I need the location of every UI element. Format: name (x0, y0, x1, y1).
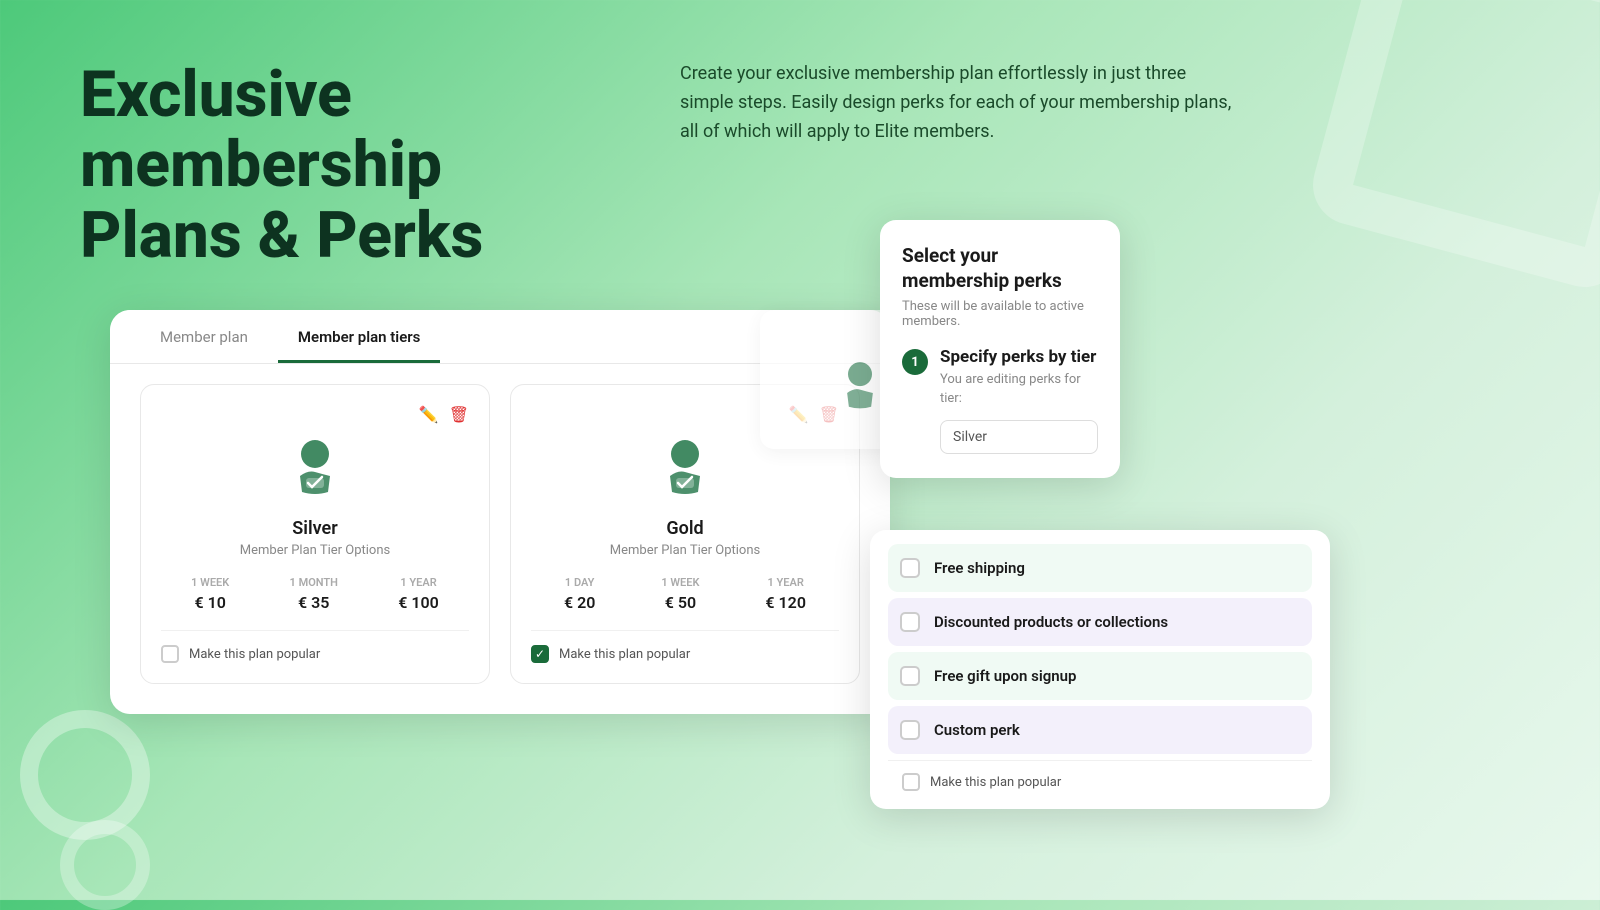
perk-label-free-gift: Free gift upon signup (934, 667, 1076, 685)
edit-icon-silver[interactable]: ✏️ (419, 405, 439, 424)
tier-input[interactable]: Silver (940, 420, 1098, 454)
specify-title: Specify perks by tier (940, 347, 1098, 367)
perks-select-card: Select your membership perks These will … (880, 220, 1120, 478)
gold-tier-name: Gold (531, 518, 839, 539)
perk-label-free-shipping: Free shipping (934, 559, 1025, 577)
perk-item-free-shipping[interactable]: Free shipping (888, 544, 1312, 592)
gold-pricing: 1 DAY € 20 1 WEEK € 50 1 YEAR € 120 (531, 576, 839, 612)
bg-shape-1 (1304, 0, 1600, 296)
page-description: Create your exclusive membership plan ef… (680, 60, 1240, 146)
silver-tier-icon (280, 434, 350, 504)
silver-popular-checkbox[interactable] (161, 645, 179, 663)
perks-select-subtitle: These will be available to active member… (902, 299, 1098, 329)
perks-select-title: Select your membership perks (902, 244, 1098, 293)
perks-popular-label: Make this plan popular (930, 775, 1061, 790)
bg-shape-2 (20, 710, 150, 840)
perks-list-card: Free shipping Discounted products or col… (870, 530, 1330, 809)
tab-member-plan[interactable]: Member plan (140, 310, 268, 363)
page-title: Exclusive membership Plans & Perks (80, 60, 560, 271)
perk-checkbox-free-shipping[interactable] (900, 558, 920, 578)
perk-label-custom: Custom perk (934, 721, 1020, 739)
tier-card-silver: ✏️ 🗑 Silver Member Plan Tier Options 1 W… (140, 384, 490, 684)
left-content: Exclusive membership Plans & Perks (80, 60, 560, 301)
specify-tier-item: 1 Specify perks by tier You are editing … (902, 347, 1098, 453)
tier-card-actions-silver: ✏️ 🗑 (161, 405, 469, 424)
perk-item-free-gift[interactable]: Free gift upon signup (888, 652, 1312, 700)
gold-popular-checkbox[interactable]: ✓ (531, 645, 549, 663)
specify-content: Specify perks by tier You are editing pe… (940, 347, 1098, 453)
tab-member-plan-tiers[interactable]: Member plan tiers (278, 310, 440, 363)
perks-popular-row: Make this plan popular (888, 760, 1312, 795)
bg-shape-3 (60, 820, 150, 910)
silver-tier-subtitle: Member Plan Tier Options (161, 543, 469, 558)
silver-popular-row: Make this plan popular (161, 630, 469, 663)
gold-popular-label: Make this plan popular (559, 647, 690, 662)
perk-item-custom[interactable]: Custom perk (888, 706, 1312, 754)
silver-pricing: 1 WEEK € 10 1 MONTH € 35 1 YEAR € 100 (161, 576, 469, 612)
perk-checkbox-custom[interactable] (900, 720, 920, 740)
perk-label-discounted: Discounted products or collections (934, 613, 1168, 631)
silver-tier-name: Silver (161, 518, 469, 539)
perk-item-discounted[interactable]: Discounted products or collections (888, 598, 1312, 646)
gold-popular-row: ✓ Make this plan popular (531, 630, 839, 663)
perk-checkbox-discounted[interactable] (900, 612, 920, 632)
specify-description: You are editing perks for tier: (940, 371, 1098, 407)
step-badge: 1 (902, 349, 928, 375)
silver-popular-label: Make this plan popular (189, 647, 320, 662)
gold-tier-icon (650, 434, 720, 504)
perks-popular-checkbox[interactable] (902, 773, 920, 791)
gold-tier-subtitle: Member Plan Tier Options (531, 543, 839, 558)
tier-icon-area-silver (161, 434, 469, 504)
perk-checkbox-free-gift[interactable] (900, 666, 920, 686)
delete-icon-silver[interactable]: 🗑 (449, 405, 469, 424)
